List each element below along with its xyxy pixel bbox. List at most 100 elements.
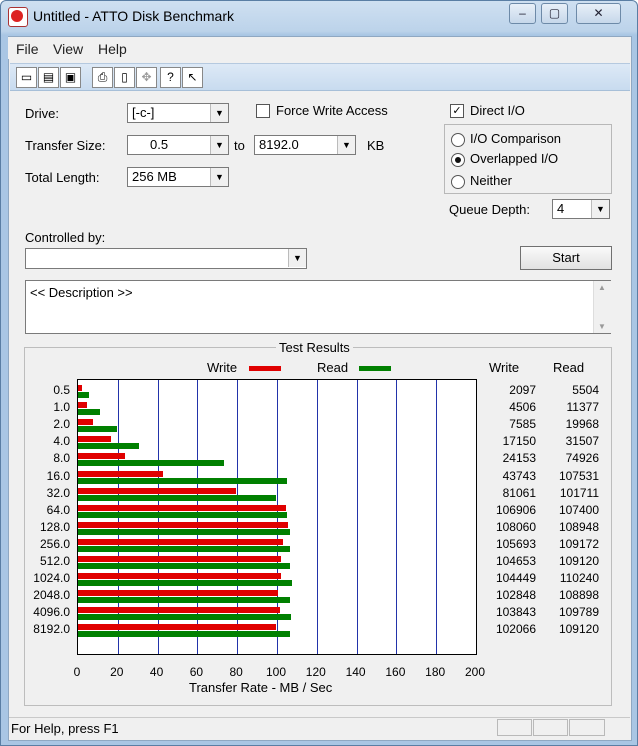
controlled-by-select[interactable]: ▼	[25, 248, 307, 269]
read-bar	[78, 511, 287, 518]
write-bar	[78, 453, 125, 460]
io-comparison-radio[interactable]	[451, 133, 465, 147]
transfer-size-label: Transfer Size:	[25, 138, 106, 153]
minimize-button[interactable]: –	[509, 3, 536, 24]
write-bar	[78, 385, 83, 391]
x-axis-label: Transfer Rate - MB / Sec	[189, 680, 333, 695]
x-tick-label: 160	[385, 665, 406, 679]
print-icon[interactable]: ⎙	[92, 67, 113, 88]
read-bar	[78, 580, 293, 587]
read-bar	[78, 614, 292, 621]
direct-io-label[interactable]: Direct I/O	[470, 103, 525, 118]
legend-read-swatch	[359, 366, 391, 371]
write-bar	[78, 590, 278, 597]
force-write-checkbox[interactable]	[256, 104, 270, 118]
description-textarea[interactable]: << Description >>	[25, 280, 611, 334]
read-value: 19968	[565, 417, 599, 432]
menu-file[interactable]: File	[16, 41, 39, 57]
read-value: 109120	[558, 622, 599, 637]
total-length-select[interactable]: 256 MB ▼	[127, 167, 229, 187]
neither-label[interactable]: Neither	[470, 173, 512, 188]
new-icon[interactable]: ▭	[16, 67, 37, 88]
write-bar	[78, 402, 87, 409]
start-button[interactable]: Start	[520, 246, 612, 270]
queue-depth-value: 4	[557, 201, 565, 216]
move-icon[interactable]: ✥	[136, 67, 157, 88]
x-tick-label: 200	[464, 665, 486, 679]
transfer-to-select[interactable]: 8192.0 ▼	[254, 135, 356, 155]
y-tick-label: 256.0	[39, 536, 70, 551]
gridline	[436, 380, 438, 654]
write-bar	[78, 538, 284, 545]
read-value: 5504	[572, 383, 599, 397]
overlapped-io-label[interactable]: Overlapped I/O	[470, 151, 558, 166]
y-tick-label: 4.0	[53, 434, 70, 449]
transfer-to-value: 8192.0	[259, 137, 299, 152]
write-value: 102848	[495, 588, 536, 603]
chevron-down-icon[interactable]: ▼	[288, 249, 306, 267]
maximize-button[interactable]: ▢	[541, 3, 568, 24]
read-bar	[78, 494, 276, 501]
close-button[interactable]: ✕	[576, 3, 621, 24]
chevron-down-icon[interactable]: ▼	[337, 136, 355, 154]
read-value: 74926	[565, 451, 599, 466]
y-tick-label: 1024.0	[33, 571, 70, 586]
chevron-down-icon[interactable]: ▼	[591, 200, 609, 218]
x-tick-label: 120	[305, 665, 326, 679]
write-value: 103843	[495, 605, 536, 620]
open-icon[interactable]: ▤	[38, 67, 59, 88]
status-help-text: For Help, press F1	[11, 721, 119, 736]
menu-help[interactable]: Help	[98, 41, 127, 57]
direct-io-checkbox[interactable]: ✓	[450, 104, 464, 118]
read-bar	[78, 563, 291, 569]
y-tick-label: 1.0	[53, 400, 70, 415]
y-tick-label: 4096.0	[33, 605, 70, 620]
write-value: 43743	[502, 468, 536, 483]
write-value: 81061	[502, 485, 536, 500]
neither-radio[interactable]	[451, 175, 465, 189]
drive-label: Drive:	[25, 106, 59, 121]
description-scrollbar[interactable]: ▲ ▼	[593, 281, 611, 333]
transfer-from-select[interactable]: 0.5 ▼	[127, 135, 229, 155]
test-results-title: Test Results	[276, 340, 353, 355]
menu-view[interactable]: View	[53, 41, 83, 57]
queue-depth-select[interactable]: 4 ▼	[552, 199, 610, 219]
drive-select[interactable]: [-c-] ▼	[127, 103, 229, 123]
write-bar	[78, 436, 112, 443]
read-value: 11377	[566, 400, 599, 415]
print-preview-icon[interactable]: ▯	[114, 67, 135, 88]
chevron-down-icon[interactable]: ▼	[210, 168, 228, 186]
write-bar	[78, 624, 277, 631]
transfer-from-value: 0.5	[150, 137, 169, 152]
atto-app-icon[interactable]	[8, 7, 28, 27]
description-text: << Description >>	[30, 285, 133, 300]
read-value: 108948	[558, 519, 599, 534]
force-write-label[interactable]: Force Write Access	[276, 103, 388, 118]
legend-write-label: Write	[207, 360, 238, 375]
y-tick-label: 64.0	[46, 502, 70, 517]
help-icon[interactable]: ?	[160, 67, 181, 88]
y-tick-label: 512.0	[39, 554, 70, 568]
save-icon[interactable]: ▣	[60, 67, 81, 88]
y-tick-label: 8.0	[53, 451, 70, 466]
gridline	[316, 380, 318, 654]
chevron-down-icon[interactable]: ▼	[210, 136, 228, 154]
context-help-icon[interactable]: ↖	[182, 67, 203, 88]
drive-value: [-c-]	[132, 105, 155, 120]
write-bar	[78, 573, 281, 580]
kb-label: KB	[367, 138, 385, 153]
gridline	[396, 380, 398, 654]
y-tick-label: 2048.0	[33, 588, 70, 603]
scroll-down-icon[interactable]: ▼	[598, 322, 606, 331]
chevron-down-icon[interactable]: ▼	[210, 104, 228, 122]
overlapped-io-radio[interactable]	[451, 153, 465, 167]
read-bar	[78, 631, 291, 638]
write-bar	[78, 419, 93, 426]
read-value: 31507	[565, 434, 599, 449]
read-bar	[78, 392, 89, 398]
x-tick-label: 20	[110, 665, 124, 679]
io-comparison-label[interactable]: I/O Comparison	[470, 131, 561, 146]
scroll-up-icon[interactable]: ▲	[598, 283, 606, 292]
write-bar	[78, 487, 236, 494]
read-value: 101711	[559, 485, 599, 500]
